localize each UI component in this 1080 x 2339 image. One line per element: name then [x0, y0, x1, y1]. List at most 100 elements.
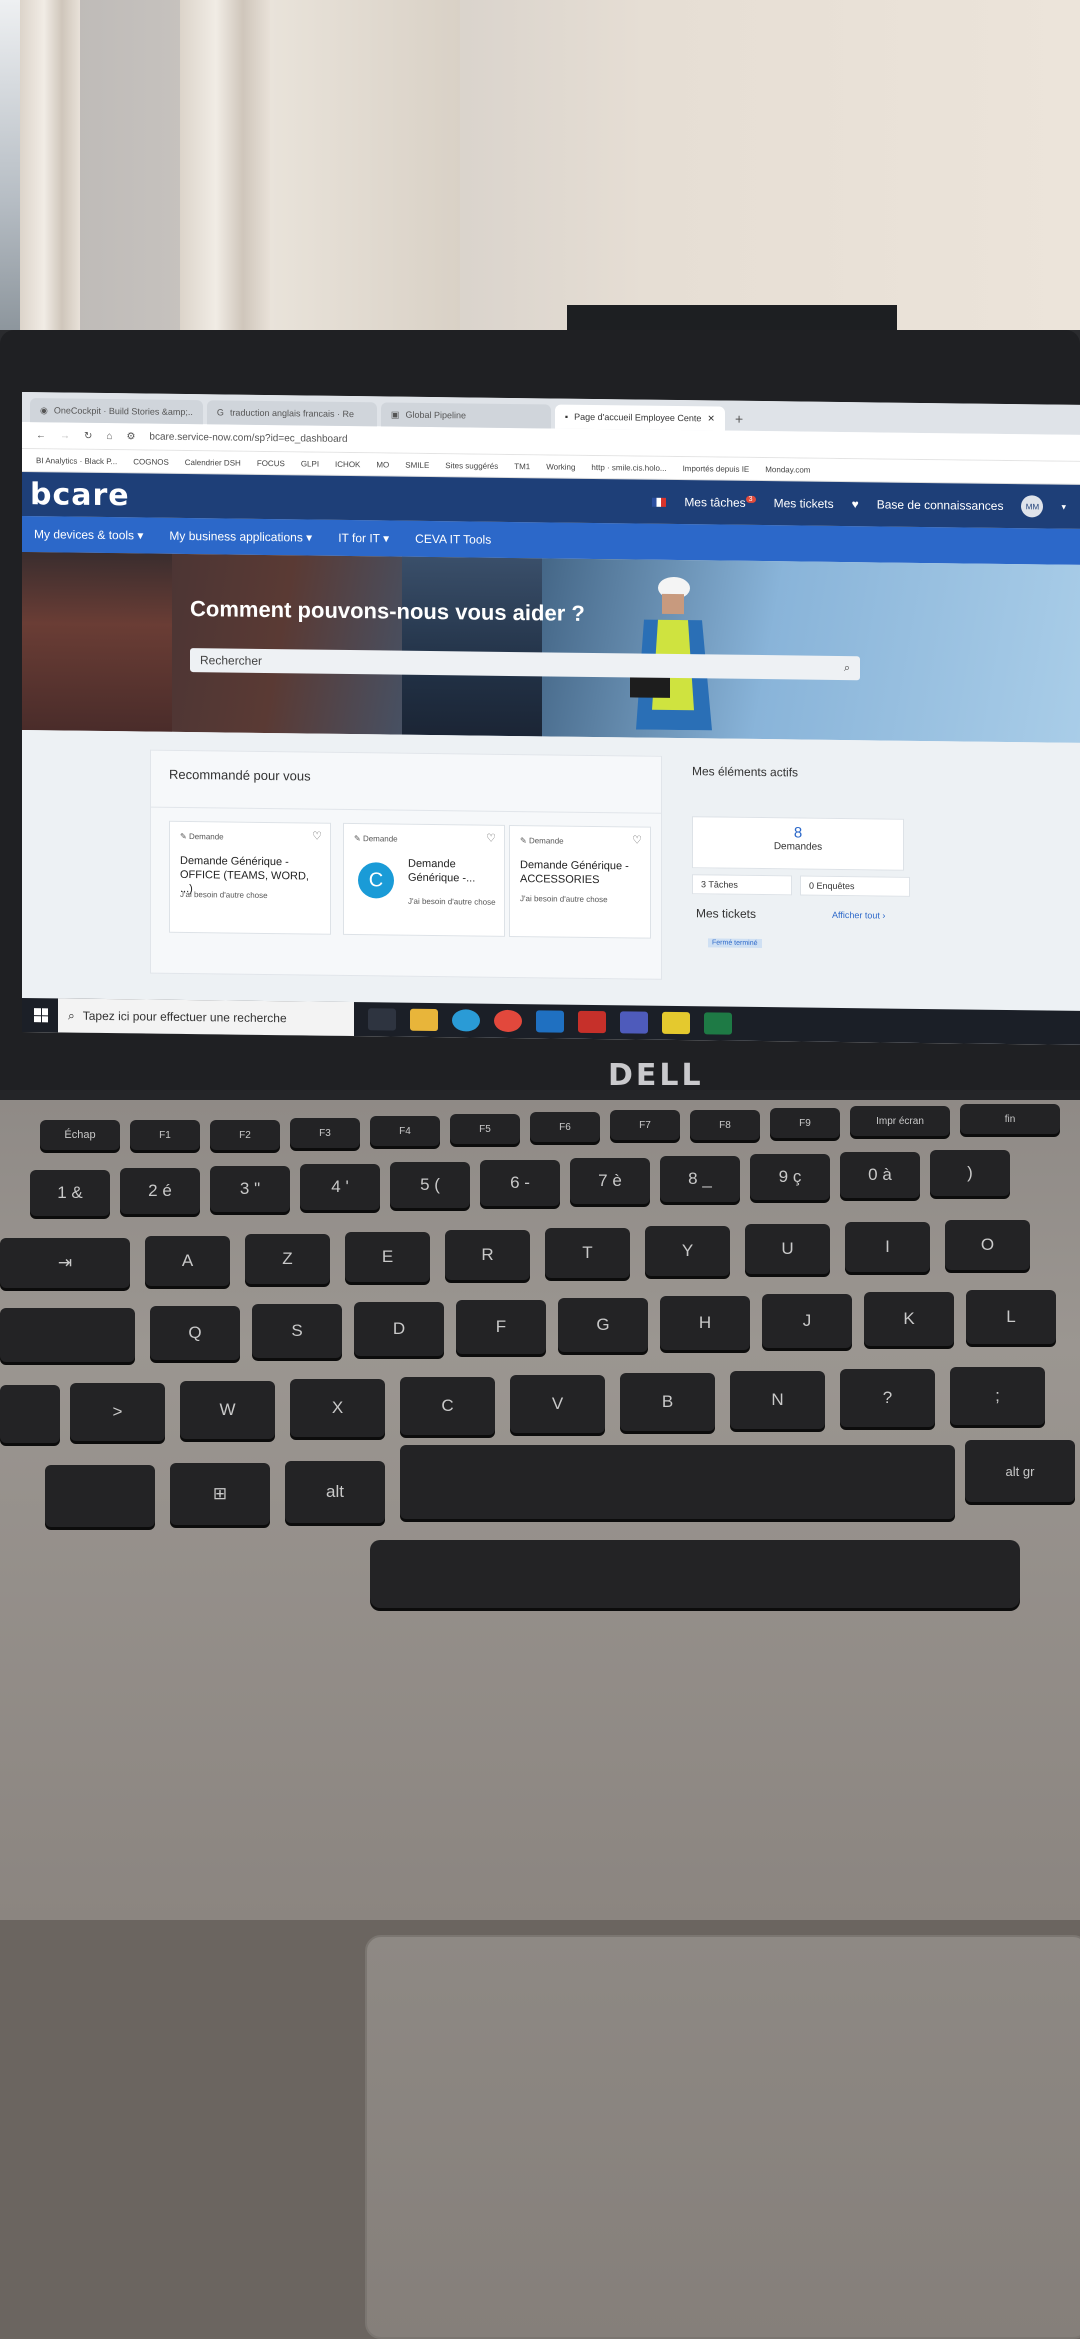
key: S	[252, 1304, 342, 1358]
key: F6	[530, 1112, 600, 1142]
bookmark[interactable]: ICHOK	[335, 459, 360, 468]
home-icon[interactable]: ⌂	[106, 431, 112, 442]
card-title: Demande Générique -...	[408, 857, 476, 885]
card-subtitle: J'ai besoin d'autre chose	[408, 896, 496, 907]
file-explorer-icon[interactable]	[410, 1008, 438, 1032]
chevron-down-icon[interactable]: ▾	[1061, 501, 1066, 512]
bookmark[interactable]: FOCUS	[257, 458, 285, 467]
bcare-logo[interactable]: bcare	[30, 477, 130, 513]
catalog-card[interactable]: ✎ Demande ♡ Demande Générique - OFFICE (…	[169, 820, 331, 935]
key: F9	[770, 1108, 840, 1138]
windows-key-icon: ⊞	[170, 1463, 270, 1525]
browser-tab[interactable]: ▣ Global Pipeline	[380, 402, 551, 429]
windows-start-icon[interactable]	[34, 1008, 48, 1023]
heart-icon[interactable]: ♥	[852, 497, 859, 511]
key: R	[445, 1230, 530, 1280]
key: 6 -	[480, 1160, 560, 1206]
key: 1 &	[30, 1170, 110, 1216]
curtain	[20, 0, 80, 340]
google-icon: G	[216, 407, 224, 418]
key: F	[456, 1300, 546, 1354]
worker-illustration	[630, 576, 712, 731]
tab-key: ⇥	[0, 1238, 130, 1288]
bookmark[interactable]: COGNOS	[133, 457, 169, 466]
favorite-heart-icon[interactable]: ♡	[312, 830, 322, 843]
close-tab-icon[interactable]: ✕	[707, 413, 715, 424]
excel-icon[interactable]	[704, 1012, 732, 1035]
menu-item-business-apps[interactable]: My business applications ▾	[169, 529, 312, 545]
key: 8 _	[660, 1156, 740, 1202]
bookmark[interactable]: TM1	[514, 462, 530, 471]
tasks-count[interactable]: 3 Tâches	[692, 874, 792, 896]
bookmark[interactable]: Importés depuis IE	[683, 464, 750, 474]
task-view-icon[interactable]	[368, 1008, 396, 1031]
key: ;	[950, 1367, 1045, 1425]
curtain	[180, 0, 270, 340]
browser-tab-active[interactable]: ▪ Page d'accueil Employee Cente ✕	[554, 404, 725, 431]
requests-count-box[interactable]: 8 Demandes	[692, 816, 904, 871]
card-type-label: Demande	[362, 834, 398, 844]
favorite-heart-icon[interactable]: ♡	[486, 832, 496, 845]
outlook-icon[interactable]	[536, 1010, 564, 1033]
bookmark[interactable]: SMILE	[405, 460, 429, 469]
taskbar-search-input[interactable]: ⌕ Tapez ici pour effectuer une recherche	[58, 998, 354, 1037]
browser-tab[interactable]: ◉ OneCockpit · Build Stories &amp;..	[30, 398, 203, 425]
site-info-icon[interactable]: ⚙	[126, 431, 135, 442]
wall-shadow	[270, 0, 460, 340]
bookmark[interactable]: GLPI	[301, 459, 319, 468]
knowledge-base-link[interactable]: Base de connaissances	[877, 497, 1004, 513]
reload-icon[interactable]: ↻	[84, 430, 92, 441]
menu-item-it-for-it[interactable]: IT for IT ▾	[338, 531, 389, 546]
language-flag-icon[interactable]	[652, 497, 667, 507]
catalog-card[interactable]: ✎ Demande ♡ C Demande Générique -... J'a…	[343, 822, 505, 937]
key: F1	[130, 1120, 200, 1150]
surveys-count[interactable]: 0 Enquêtes	[800, 875, 910, 897]
dell-logo: DELL	[608, 1058, 704, 1093]
catalog-card[interactable]: ✎ Demande ♡ Demande Générique - ACCESSOR…	[509, 824, 651, 939]
acrobat-icon[interactable]	[578, 1010, 606, 1034]
bookmark[interactable]: Monday.com	[765, 465, 810, 475]
menu-item-devices[interactable]: My devices & tools ▾	[34, 527, 143, 542]
browser-tab[interactable]: Gtraduction anglais francais · Re	[206, 400, 377, 427]
url-field[interactable]: bcare.service-now.com/sp?id=ec_dashboard	[149, 431, 347, 444]
ceva-logo-icon: C	[358, 862, 394, 899]
tab-label: OneCockpit · Build Stories &amp;..	[53, 405, 193, 418]
bookmark[interactable]: Sites suggérés	[445, 461, 498, 471]
container-stack-image	[402, 556, 542, 737]
back-icon[interactable]: ←	[36, 430, 46, 441]
new-tab-button[interactable]: +	[729, 411, 749, 431]
search-input[interactable]: Rechercher ⌕	[190, 648, 860, 681]
avatar[interactable]: MM	[1021, 495, 1044, 518]
chrome-icon[interactable]	[494, 1009, 522, 1033]
key: Y	[645, 1226, 730, 1276]
bookmark[interactable]: Working	[546, 462, 575, 471]
sticky-notes-icon[interactable]	[662, 1011, 690, 1035]
my-tickets-title: Mes tickets	[696, 906, 757, 921]
tasks-badge: 3	[745, 495, 756, 503]
bookmark[interactable]: http · smile.cis.holo...	[591, 462, 666, 472]
card-title: Demande Générique - ACCESSORIES	[520, 859, 629, 887]
active-items-panel: Mes éléments actifs 8 Demandes 3 Tâches …	[682, 756, 1080, 949]
search-icon[interactable]: ⌕	[844, 662, 850, 675]
bookmark[interactable]: MO	[376, 460, 389, 469]
dashboard-content: Recommandé pour vous ✎ Demande ♡ Demande…	[22, 730, 1080, 1043]
bookmark[interactable]: Calendrier DSH	[185, 457, 241, 467]
card-subtitle: J'ai besoin d'autre chose	[180, 889, 268, 901]
key: B	[620, 1373, 715, 1431]
key: )	[930, 1150, 1010, 1196]
teams-icon[interactable]	[620, 1011, 648, 1034]
my-tasks-link[interactable]: Mes tâches 3	[684, 495, 756, 510]
edge-icon[interactable]	[452, 1009, 480, 1032]
key: L	[966, 1290, 1056, 1344]
my-tickets-link[interactable]: Mes tickets	[774, 496, 834, 511]
favorite-heart-icon[interactable]: ♡	[632, 833, 642, 846]
fn-key	[45, 1465, 155, 1527]
bookmark[interactable]: BI Analytics · Black P...	[36, 456, 117, 466]
card-type: ✎ Demande	[180, 831, 224, 842]
key: F4	[370, 1116, 440, 1146]
menu-item-ceva-tools[interactable]: CEVA IT Tools	[415, 532, 491, 547]
show-all-link[interactable]: Afficher tout ›	[832, 910, 885, 921]
forward-icon[interactable]: →	[60, 430, 70, 441]
chevron-down-icon: ▾	[383, 531, 390, 546]
chevron-right-icon: ›	[882, 910, 886, 921]
